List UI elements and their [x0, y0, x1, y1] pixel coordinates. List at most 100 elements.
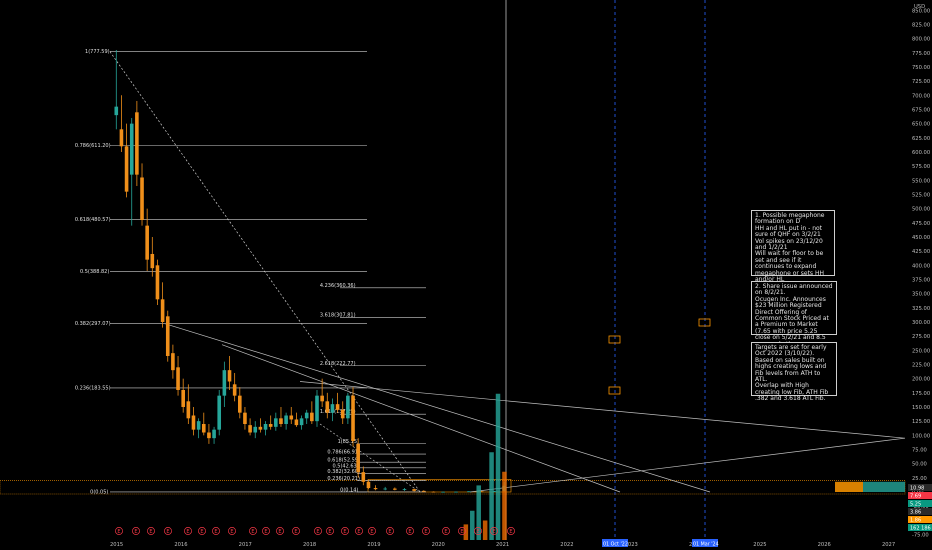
- candle-body: [279, 418, 283, 424]
- fib-extension-label: 4.236(360.36): [320, 283, 356, 289]
- y-axis-tick-label: 550.00: [912, 178, 930, 184]
- y-axis-tick-label: 225.00: [912, 362, 930, 368]
- volume-bar: [502, 471, 507, 540]
- y-axis-tick-label: 725.00: [912, 79, 930, 85]
- earnings-marker-label: E: [424, 529, 427, 535]
- earnings-marker-label: E: [408, 529, 411, 535]
- candle-body: [441, 491, 445, 493]
- earnings-marker-label: E: [316, 529, 319, 535]
- x-axis-tick-label: 2027: [882, 542, 895, 548]
- x-axis-tick-label: 2026: [818, 542, 831, 548]
- earnings-marker-label: E: [117, 529, 120, 535]
- earnings-marker-label: E: [509, 529, 512, 535]
- earnings-marker-label: E: [149, 529, 152, 535]
- candle-body: [402, 489, 407, 490]
- volume-bar: [489, 452, 494, 540]
- candle-body: [274, 418, 278, 427]
- candle-body: [356, 443, 360, 473]
- fib-extension-label: 3.618(307.81): [320, 313, 356, 319]
- candle-body: [315, 395, 319, 422]
- fib-lower-label: 1(85.15): [338, 439, 359, 445]
- target-date-badge-label: 01 Oct '22: [603, 542, 628, 548]
- y-axis-tick-label: 25.00: [912, 476, 927, 482]
- candle-body: [304, 412, 309, 419]
- candle-body: [171, 353, 175, 371]
- candle-body: [196, 421, 201, 430]
- x-axis-tick-label: 2015: [110, 542, 123, 548]
- y-axis-tick-label: 675.00: [912, 107, 930, 113]
- candle-body: [165, 316, 170, 356]
- fib-lower-label: 0(0.14): [340, 487, 358, 493]
- candle-body: [145, 225, 149, 260]
- y-axis-tick-label: 650.00: [912, 122, 930, 128]
- y-axis-tick-label: 450.00: [912, 235, 930, 241]
- candle-body: [366, 481, 371, 489]
- candle-body: [361, 472, 366, 482]
- trendline-upper-2: [221, 344, 621, 493]
- candle-body: [310, 412, 314, 422]
- annotation-note-megaphone[interactable]: 1. Possible megaphone formation on D HH …: [751, 210, 835, 283]
- fib-lower-label: 0.786(66.91): [327, 450, 360, 456]
- candle-body: [186, 401, 191, 419]
- y-axis-tick-label: 250.00: [912, 348, 930, 354]
- candle-body: [150, 253, 155, 269]
- candle-body: [294, 419, 299, 426]
- candle-body: [383, 488, 387, 490]
- annotation-note-targets[interactable]: Targets are set for early Oct 2022 (3/10…: [751, 342, 837, 402]
- fib-level-label: 0(0.05): [90, 489, 108, 495]
- candle-body: [346, 395, 350, 419]
- candle-body: [325, 401, 330, 413]
- x-axis-tick-label: 2025: [753, 542, 766, 548]
- y-axis-tick-label: 525.00: [912, 192, 930, 198]
- y-axis-tick-label: 150.00: [912, 405, 930, 411]
- candle-body: [421, 490, 426, 492]
- candle-body: [253, 426, 258, 433]
- y-axis-tick-label: -75.00: [912, 533, 929, 539]
- volume-bar: [470, 510, 475, 540]
- candle-body: [155, 265, 160, 300]
- earnings-marker-label: E: [343, 529, 346, 535]
- candle-body: [373, 488, 378, 490]
- candle-body: [289, 415, 294, 420]
- candle-body: [248, 425, 252, 433]
- fib-level-label: 1(777.59): [85, 49, 110, 55]
- candle-body: [201, 423, 206, 433]
- earnings-marker-label: E: [186, 529, 189, 535]
- candle-body: [124, 146, 129, 192]
- candle-body: [258, 426, 263, 430]
- y-axis-tick-label: 425.00: [912, 249, 930, 255]
- volume-bar: [495, 393, 501, 540]
- candle-body: [393, 488, 397, 490]
- volume-bar: [463, 524, 469, 540]
- target-box: [608, 335, 621, 344]
- fib-lower-label: 0.236(20.21): [327, 476, 360, 482]
- price-badge-label: 3.86: [910, 509, 921, 515]
- candle-body: [217, 395, 222, 430]
- candle-body: [467, 491, 471, 493]
- y-axis-tick-label: 375.00: [912, 277, 930, 283]
- y-axis-tick-label: 400.00: [912, 263, 930, 269]
- candle-body: [243, 412, 247, 424]
- fib-level-label: 0.5(388.82): [80, 269, 109, 275]
- fib-level-label: 0.618(480.57): [75, 217, 111, 223]
- annotation-note-share-issue[interactable]: 2. Share issue announced on 8/2/21. Ocug…: [751, 281, 837, 347]
- earnings-marker-label: E: [251, 529, 254, 535]
- x-axis-tick-label: 2021: [496, 542, 509, 548]
- x-axis-tick-label: 2019: [367, 542, 380, 548]
- earnings-marker-label: E: [476, 529, 479, 535]
- y-axis-tick-label: 500.00: [912, 207, 930, 213]
- earnings-marker-label: E: [166, 529, 169, 535]
- y-axis-tick-label: 175.00: [912, 391, 930, 397]
- price-badge-label: 162 186: [910, 525, 931, 531]
- candle-body: [340, 409, 345, 419]
- candle-body: [227, 370, 232, 382]
- y-axis-tick-label: 125.00: [912, 419, 930, 425]
- y-axis-tick-label: 75.00: [912, 447, 927, 453]
- y-axis-tick-label: 300.00: [912, 320, 930, 326]
- candle-body: [212, 429, 216, 439]
- y-axis-tick-label: 275.00: [912, 334, 930, 340]
- price-badge-label: 7.69: [910, 493, 921, 499]
- candle-body: [263, 423, 268, 430]
- target-box: [608, 386, 621, 395]
- support-zone-block-orange: [835, 481, 863, 492]
